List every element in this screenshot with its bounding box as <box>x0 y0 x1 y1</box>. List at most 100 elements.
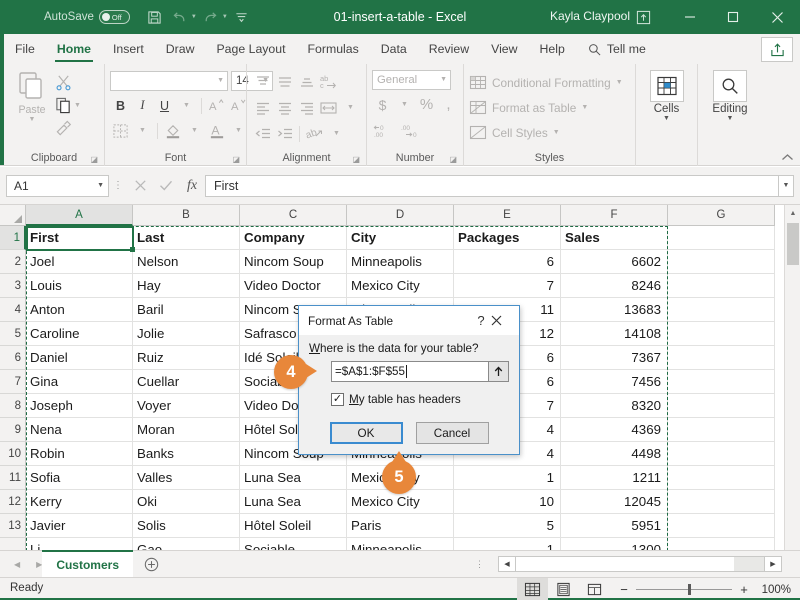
redo-dropdown-caret-icon[interactable]: ▼ <box>222 14 228 20</box>
row-header-10[interactable]: 10 <box>0 442 26 466</box>
cell-f11[interactable]: 1211 <box>561 466 668 490</box>
format-painter-button[interactable] <box>55 118 81 139</box>
collapse-dialog-icon[interactable] <box>488 361 509 382</box>
cell-g11[interactable] <box>668 466 775 490</box>
column-header-e[interactable]: E <box>454 205 561 226</box>
tab-data[interactable]: Data <box>370 34 418 64</box>
normal-view-icon[interactable] <box>517 578 548 600</box>
cell-a9[interactable]: Nena <box>26 418 133 442</box>
align-middle-button[interactable] <box>274 71 295 92</box>
copy-dropdown-caret-icon[interactable]: ▼ <box>74 102 81 109</box>
cell-b4[interactable]: Baril <box>133 298 240 322</box>
cell-d14[interactable]: Minneapolis <box>347 538 454 550</box>
cell-g9[interactable] <box>668 418 775 442</box>
borders-dropdown-caret-icon[interactable]: ▼ <box>132 120 153 141</box>
row-header-8[interactable]: 8 <box>0 394 26 418</box>
cell-b10[interactable]: Banks <box>133 442 240 466</box>
cell-e12[interactable]: 10 <box>454 490 561 514</box>
percent-format-button[interactable]: % <box>416 94 437 115</box>
ok-button[interactable]: OK <box>329 422 403 444</box>
cell-g1[interactable] <box>668 226 775 250</box>
tab-view[interactable]: View <box>480 34 528 64</box>
cell-a4[interactable]: Anton <box>26 298 133 322</box>
zoom-slider[interactable] <box>636 584 732 595</box>
dialog-close-button[interactable] <box>491 315 515 326</box>
row-header-12[interactable]: 12 <box>0 490 26 514</box>
cell-a5[interactable]: Caroline <box>26 322 133 346</box>
bold-button[interactable]: B <box>110 95 131 116</box>
scroll-right-arrow-icon[interactable]: ▶ <box>764 556 782 572</box>
cells-dropdown-caret-icon[interactable]: ▼ <box>663 115 670 122</box>
dialog-help-button[interactable]: ? <box>471 313 491 328</box>
cell-g12[interactable] <box>668 490 775 514</box>
user-account-name[interactable]: Kayla Claypool <box>550 9 630 23</box>
font-name-input[interactable]: ▼ <box>110 70 228 91</box>
italic-button[interactable]: I <box>132 95 153 116</box>
sheet-tab-customers[interactable]: Customers <box>42 550 133 577</box>
autosave-control[interactable]: AutoSave Off <box>44 10 130 24</box>
cell-a13[interactable]: Javier <box>26 514 133 538</box>
cancel-icon[interactable] <box>127 175 153 197</box>
cell-a14[interactable]: Li <box>26 538 133 550</box>
expand-formula-bar-icon[interactable]: ▼ <box>778 174 794 197</box>
cell-f5[interactable]: 14108 <box>561 322 668 346</box>
tab-draw[interactable]: Draw <box>155 34 206 64</box>
zoom-slider-thumb[interactable] <box>688 584 691 595</box>
ribbon-display-options-icon[interactable] <box>623 0 663 34</box>
align-left-button[interactable] <box>252 97 273 118</box>
cell-b1[interactable]: Last <box>133 226 240 250</box>
align-bottom-button[interactable] <box>296 71 317 92</box>
cell-g8[interactable] <box>668 394 775 418</box>
name-box-caret-icon[interactable]: ▼ <box>97 182 104 189</box>
cell-b6[interactable]: Ruiz <box>133 346 240 370</box>
accounting-format-button[interactable]: $ <box>372 94 393 115</box>
vertical-scroll-thumb[interactable] <box>787 223 799 265</box>
cell-g13[interactable] <box>668 514 775 538</box>
conditional-formatting-caret-icon[interactable]: ▼ <box>616 79 623 86</box>
cell-g4[interactable] <box>668 298 775 322</box>
cell-b5[interactable]: Jolie <box>133 322 240 346</box>
previous-sheet-icon[interactable]: ◀ <box>14 560 20 569</box>
row-header-5[interactable]: 5 <box>0 322 26 346</box>
font-name-caret-icon[interactable]: ▼ <box>217 77 224 84</box>
cell-f12[interactable]: 12045 <box>561 490 668 514</box>
paste-dropdown-caret-icon[interactable]: ▼ <box>29 116 36 123</box>
tell-me-search[interactable]: Tell me <box>576 34 654 64</box>
number-format-caret-icon[interactable]: ▼ <box>440 76 447 83</box>
row-header-14[interactable] <box>0 538 26 550</box>
maximize-button[interactable] <box>711 0 754 34</box>
row-header-3[interactable]: 3 <box>0 274 26 298</box>
cell-e3[interactable]: 7 <box>454 274 561 298</box>
cell-f6[interactable]: 7367 <box>561 346 668 370</box>
decrease-indent-button[interactable] <box>252 123 273 144</box>
column-header-a[interactable]: A <box>26 205 133 226</box>
save-icon[interactable] <box>144 6 166 28</box>
row-header-1[interactable]: 1 <box>0 226 26 250</box>
cell-f8[interactable]: 8320 <box>561 394 668 418</box>
wrap-text-button[interactable]: ab c <box>318 71 339 92</box>
cell-f4[interactable]: 13683 <box>561 298 668 322</box>
cell-f7[interactable]: 7456 <box>561 370 668 394</box>
row-header-6[interactable]: 6 <box>0 346 26 370</box>
cell-a2[interactable]: Joel <box>26 250 133 274</box>
cell-g3[interactable] <box>668 274 775 298</box>
cell-c13[interactable]: Hôtel Soleil <box>240 514 347 538</box>
cell-a7[interactable]: Gina <box>26 370 133 394</box>
comma-format-button[interactable]: , <box>438 94 459 115</box>
scroll-left-arrow-icon[interactable]: ◀ <box>498 556 516 572</box>
collapse-ribbon-icon[interactable] <box>781 153 794 162</box>
fill-color-button[interactable] <box>162 120 183 141</box>
cell-a1[interactable]: First <box>26 226 133 250</box>
increase-indent-button[interactable] <box>274 123 295 144</box>
close-button[interactable] <box>754 0 800 34</box>
font-dialog-launcher-icon[interactable]: ◪ <box>232 155 240 164</box>
select-all-corner[interactable] <box>0 205 26 226</box>
cell-g2[interactable] <box>668 250 775 274</box>
decrease-decimal-button[interactable]: 0.00 <box>372 120 398 141</box>
insert-function-icon[interactable]: fx <box>179 175 205 197</box>
undo-dropdown-caret-icon[interactable]: ▼ <box>191 14 197 20</box>
cell-g7[interactable] <box>668 370 775 394</box>
minimize-button[interactable] <box>668 0 711 34</box>
autosave-toggle[interactable]: Off <box>98 10 130 24</box>
editing-button[interactable]: Editing ▼ <box>703 67 757 145</box>
